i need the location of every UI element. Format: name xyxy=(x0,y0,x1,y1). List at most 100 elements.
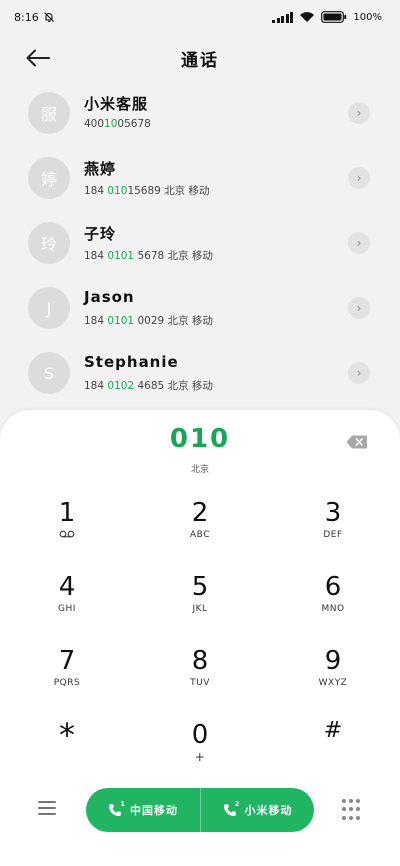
call-sim2-button[interactable]: 2 小米移动 xyxy=(200,788,314,832)
wifi-icon xyxy=(300,12,315,22)
key-digit: 5 xyxy=(191,572,209,602)
dot-icon xyxy=(342,799,346,803)
chevron-right-icon: › xyxy=(356,106,362,120)
key-5[interactable]: 5 JKL xyxy=(140,572,260,634)
sim-index: 2 xyxy=(234,800,241,808)
key-digit: 8 xyxy=(191,646,209,676)
dot-icon xyxy=(349,807,353,812)
number-prefix: 184 xyxy=(84,250,108,262)
dot-icon xyxy=(356,799,360,803)
number-match: 010 xyxy=(107,185,128,197)
number-prefix: 184 xyxy=(84,380,108,392)
contact-number: 184 01015689 北京 移动 xyxy=(84,183,210,198)
contact-name: 燕婷 xyxy=(84,160,117,178)
contact-row[interactable]: S Stephanie 184 0102 4685 北京 移动 › xyxy=(0,346,400,411)
contact-row[interactable]: 玲 子玲 184 0101 5678 北京 移动 › xyxy=(0,216,400,281)
status-time: 8:16 xyxy=(14,10,39,24)
contact-number: 184 0101 0029 北京 移动 xyxy=(84,313,213,328)
key-8[interactable]: 8 TUV xyxy=(140,646,260,708)
dot-icon xyxy=(356,807,360,812)
number-location: 北京 移动 xyxy=(167,250,213,262)
contact-detail-button[interactable]: › xyxy=(348,362,370,384)
page-title: 通话 xyxy=(181,51,219,71)
chevron-right-icon: › xyxy=(356,301,362,315)
avatar: 婷 xyxy=(28,157,70,199)
chevron-right-icon: › xyxy=(356,236,362,250)
mute-bell-icon xyxy=(43,12,54,22)
dial-number-display[interactable]: 010 xyxy=(0,424,400,454)
backspace-icon xyxy=(346,435,367,449)
key-1[interactable]: 1 xyxy=(7,498,127,560)
key-digit: # xyxy=(323,718,343,743)
key-star[interactable]: * xyxy=(7,716,127,782)
contact-name: 小米客服 xyxy=(84,95,149,113)
key-letters: DEF xyxy=(323,530,343,540)
menu-button[interactable] xyxy=(38,801,56,817)
number-prefix: 400 xyxy=(84,118,105,130)
key-hash[interactable]: # xyxy=(273,716,393,778)
avatar: J xyxy=(28,287,70,329)
contact-detail-button[interactable]: › xyxy=(348,297,370,319)
key-7[interactable]: 7 PQRS xyxy=(7,646,127,708)
contact-row[interactable]: J Jason 184 0101 0029 北京 移动 › xyxy=(0,281,400,346)
number-location: 北京 移动 xyxy=(167,380,213,392)
number-prefix: 184 xyxy=(84,185,108,197)
contact-name: Stephanie xyxy=(84,353,179,371)
number-match: 10 xyxy=(104,118,118,130)
voicemail-icon xyxy=(7,530,127,541)
phone-icon: 1 xyxy=(108,800,125,817)
key-letters: GHI xyxy=(58,604,76,614)
key-0[interactable]: 0 + xyxy=(140,720,260,782)
key-digit: 3 xyxy=(324,498,342,528)
number-suffix: 4685 xyxy=(134,380,165,392)
number-location: 北京 移动 xyxy=(167,315,213,327)
key-digit: 7 xyxy=(58,646,76,676)
key-letters: PQRS xyxy=(53,678,81,688)
contact-detail-button[interactable]: › xyxy=(348,167,370,189)
bottom-bar: 1 中国移动 2 小米移动 xyxy=(0,788,400,834)
number-suffix: 15689 xyxy=(127,185,161,197)
dot-icon xyxy=(349,799,353,803)
status-left: 8:16 xyxy=(14,11,55,24)
key-letters: MNO xyxy=(321,604,345,614)
key-6[interactable]: 6 MNO xyxy=(273,572,393,634)
key-digit: 1 xyxy=(58,498,76,528)
dial-number-location: 北京 xyxy=(190,465,209,475)
key-digit: 2 xyxy=(191,498,209,528)
key-9[interactable]: 9 WXYZ xyxy=(273,646,393,708)
contact-row[interactable]: 婷 燕婷 184 01015689 北京 移动 › xyxy=(0,151,400,216)
key-letters: TUV xyxy=(190,678,210,688)
contact-name: Jason xyxy=(84,288,135,306)
battery-percent: 100% xyxy=(353,11,382,23)
avatar: S xyxy=(28,352,70,394)
keypad-toggle-button[interactable] xyxy=(342,799,360,821)
key-2[interactable]: 2 ABC xyxy=(140,498,260,560)
dot-icon xyxy=(342,807,346,812)
contact-number: 184 0102 4685 北京 移动 xyxy=(84,378,213,393)
delete-button[interactable] xyxy=(346,434,368,449)
number-location: 北京 移动 xyxy=(164,185,210,197)
key-letters: ABC xyxy=(190,530,210,540)
chevron-right-icon: › xyxy=(356,366,362,380)
contact-list: 服 小米客服 4001005678 › 婷 燕婷 184 01015689 北京… xyxy=(0,86,400,411)
key-letters: JKL xyxy=(192,604,208,614)
contact-number: 4001005678 xyxy=(84,118,151,130)
avatar: 服 xyxy=(28,92,70,134)
dot-icon xyxy=(342,815,346,820)
hamburger-icon xyxy=(38,801,56,815)
contact-detail-button[interactable]: › xyxy=(348,232,370,254)
call-button-group: 1 中国移动 2 小米移动 xyxy=(86,788,314,832)
chevron-right-icon: › xyxy=(356,171,362,185)
contact-detail-button[interactable]: › xyxy=(348,102,370,124)
key-digit: 9 xyxy=(324,646,342,676)
key-4[interactable]: 4 GHI xyxy=(7,572,127,634)
phone-icon: 2 xyxy=(223,800,240,817)
call-sim1-button[interactable]: 1 中国移动 xyxy=(86,788,200,832)
key-digit: 4 xyxy=(58,572,76,602)
dot-icon xyxy=(349,815,353,820)
key-3[interactable]: 3 DEF xyxy=(273,498,393,560)
battery-icon xyxy=(321,11,347,23)
contact-row[interactable]: 服 小米客服 4001005678 › xyxy=(0,86,400,151)
key-digit: * xyxy=(59,716,75,754)
number-match: 0102 xyxy=(107,380,135,392)
